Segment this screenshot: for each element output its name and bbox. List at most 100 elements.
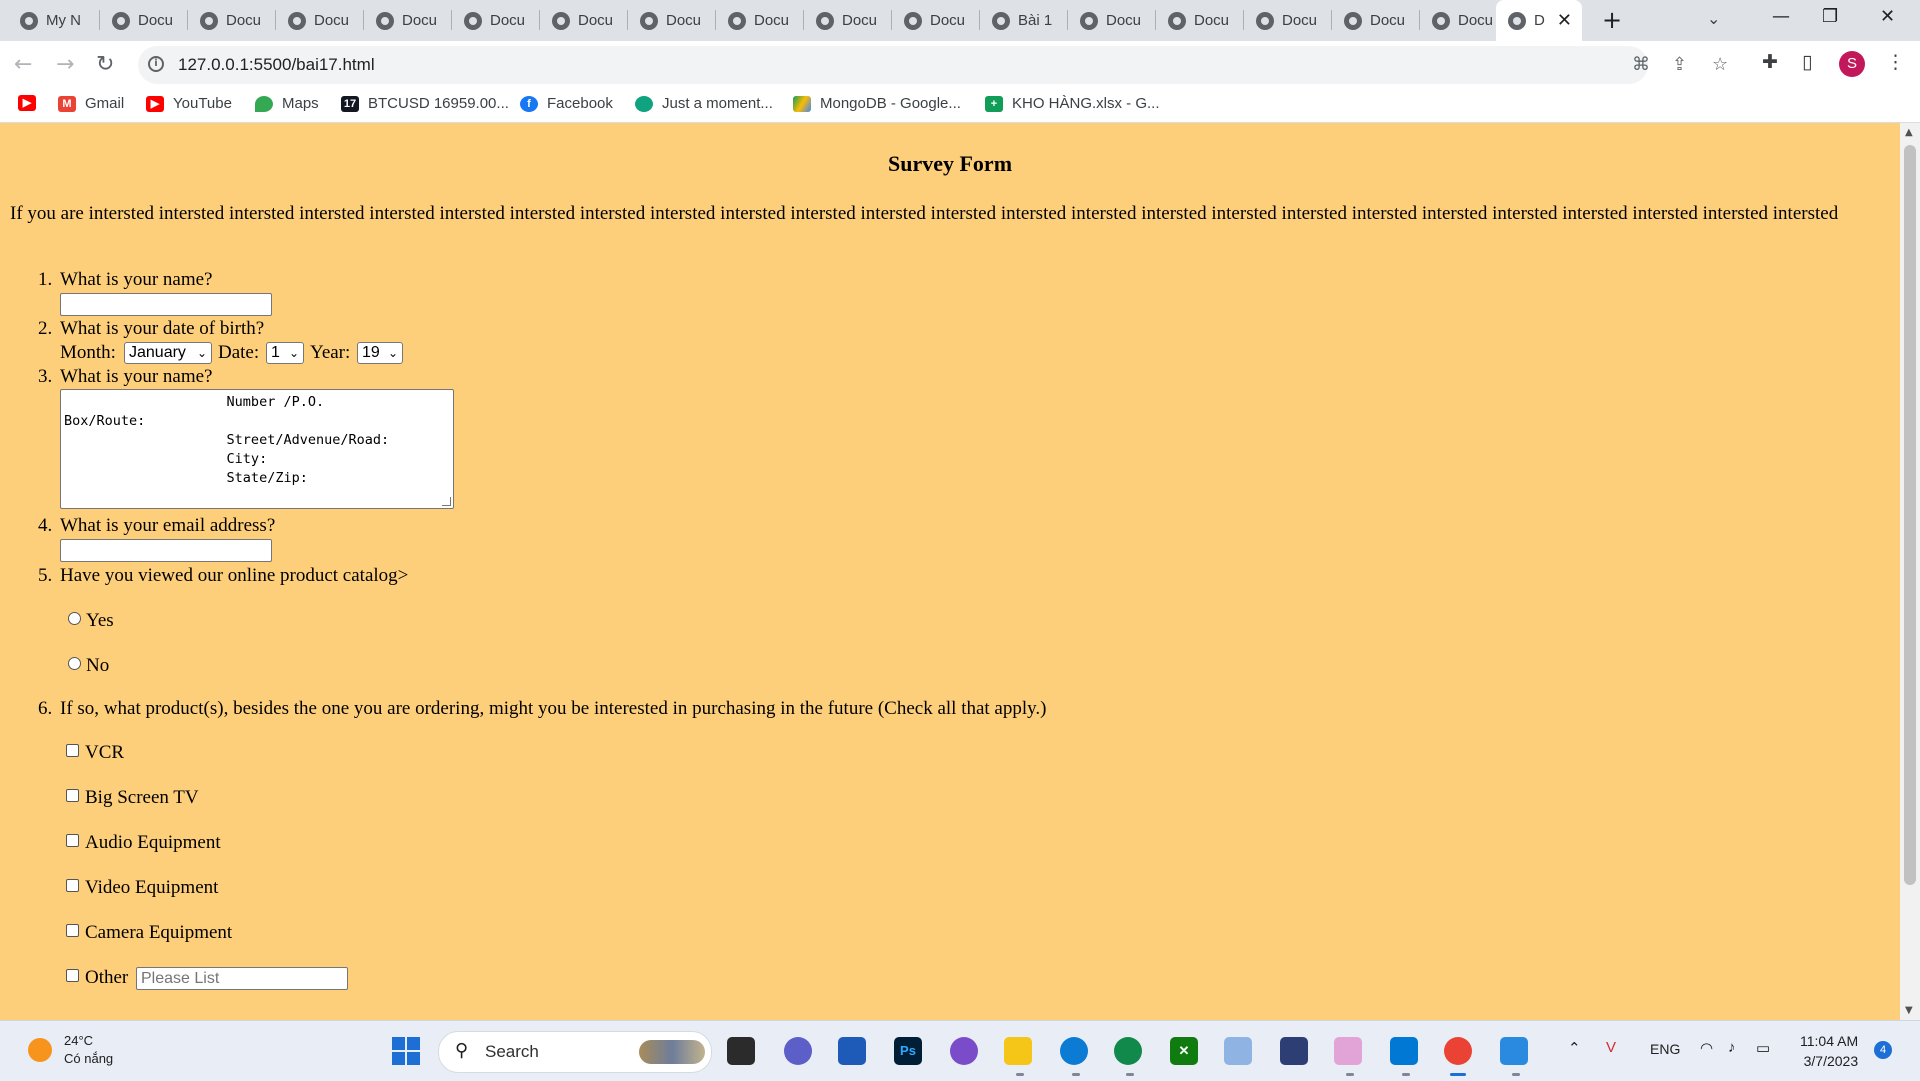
browser-tab[interactable]: Docu (452, 0, 540, 41)
browser-tab[interactable]: Docu (276, 0, 364, 41)
address-textarea[interactable]: Number /P.O. Box/Route: Street/Advenue/R… (60, 389, 454, 509)
browser-tab-active[interactable]: D ✕ (1496, 0, 1582, 41)
month-select[interactable]: January ⌄ (124, 342, 212, 364)
chrome-icon[interactable] (1444, 1037, 1472, 1065)
site-info-icon[interactable]: i (148, 56, 164, 72)
scrollbar-thumb[interactable] (1904, 145, 1916, 885)
language-indicator[interactable]: ENG (1650, 1041, 1680, 1057)
browser-tab[interactable]: Docu (1420, 0, 1496, 41)
browser-tab[interactable]: Docu (188, 0, 276, 41)
app-icon[interactable] (1224, 1037, 1252, 1065)
sun-icon[interactable] (28, 1038, 52, 1062)
menu-icon[interactable]: ⋮ (1886, 51, 1905, 73)
restore-button[interactable]: ❐ (1822, 6, 1838, 27)
back-button[interactable]: ← (14, 51, 32, 79)
checkbox-label: VCR (85, 742, 125, 763)
checkbox-video-equipment[interactable] (66, 879, 79, 892)
browser-tab[interactable]: Docu (1244, 0, 1332, 41)
openai-icon (635, 95, 653, 112)
vscode-icon[interactable] (1390, 1037, 1418, 1065)
close-window-button[interactable]: ✕ (1880, 6, 1895, 27)
bookmark-item[interactable]: f Facebook (520, 95, 613, 112)
copilot-icon[interactable] (950, 1037, 978, 1065)
browser-tab[interactable]: Docu (1068, 0, 1156, 41)
scroll-down-icon[interactable]: ▼ (1905, 1005, 1913, 1016)
temperature[interactable]: 24°C (64, 1033, 93, 1048)
date-select[interactable]: 1 ⌄ (266, 342, 304, 364)
extensions-icon[interactable]: ✚ (1762, 51, 1778, 73)
name-input[interactable] (60, 293, 272, 316)
file-explorer-icon[interactable] (1004, 1037, 1032, 1065)
wifi-icon[interactable]: ◠ (1700, 1039, 1713, 1057)
email-input[interactable] (60, 539, 272, 562)
browser-tab[interactable]: Docu (364, 0, 452, 41)
bookmark-item[interactable]: Maps (255, 95, 319, 112)
bookmark-item[interactable]: + KHO HÀNG.xlsx - G... (985, 95, 1160, 112)
bookmark-item[interactable]: M Gmail (58, 95, 124, 112)
question-2: What is your date of birth? (60, 318, 265, 339)
checkbox-camera-equipment[interactable] (66, 924, 79, 937)
battery-icon[interactable]: ▭ (1756, 1039, 1770, 1057)
checkbox-audio-equipment[interactable] (66, 834, 79, 847)
minimize-button[interactable]: — (1772, 6, 1790, 27)
paint-icon[interactable] (1500, 1037, 1528, 1065)
windows-start-icon[interactable] (392, 1037, 420, 1065)
tab-search-icon[interactable]: ⌄ (1707, 9, 1720, 28)
profile-avatar[interactable]: S (1839, 51, 1865, 77)
bookmark-item[interactable]: 17 BTCUSD 16959.00... (341, 95, 509, 112)
browser-tab[interactable]: Docu (716, 0, 804, 41)
resize-handle[interactable] (442, 497, 451, 506)
teams-chat-icon[interactable] (784, 1037, 812, 1065)
task-view-icon[interactable] (727, 1037, 755, 1065)
sheets-icon: + (985, 95, 1003, 112)
youtube-icon: ▶ (18, 95, 36, 111)
photoshop-icon[interactable]: Ps (894, 1037, 922, 1065)
checkbox-big-screen-tv[interactable] (66, 789, 79, 802)
tray-app-icon[interactable]: V (1606, 1039, 1616, 1056)
radio-yes[interactable] (68, 612, 81, 625)
edge-icon[interactable] (1060, 1037, 1088, 1065)
browser-tab[interactable]: Docu (628, 0, 716, 41)
browser-tab[interactable]: Docu (892, 0, 980, 41)
globe-icon (728, 11, 746, 30)
share-icon[interactable]: ⇪ (1672, 54, 1687, 75)
translate-icon[interactable]: ⌘ (1632, 54, 1650, 75)
app-icon[interactable] (1334, 1037, 1362, 1065)
system-clock[interactable]: 11:04 AM 3/7/2023 (1800, 1031, 1858, 1071)
bookmark-item[interactable]: MongoDB - Google... (793, 95, 961, 112)
close-tab-icon[interactable]: ✕ (1557, 10, 1572, 31)
bookmark-item[interactable]: ▶ (18, 95, 45, 111)
volume-icon[interactable]: ♪ (1728, 1039, 1736, 1056)
forward-button[interactable]: → (56, 51, 74, 79)
chevron-up-icon[interactable]: ⌃ (1568, 1039, 1581, 1057)
browser-tab[interactable]: Docu (540, 0, 628, 41)
bookmark-item[interactable]: Just a moment... (635, 95, 773, 112)
browser-tab[interactable]: Docu (1156, 0, 1244, 41)
new-tab-button[interactable]: + (1598, 6, 1626, 34)
checkbox-vcr[interactable] (66, 744, 79, 757)
browser-tab[interactable]: Docu (804, 0, 892, 41)
url-text[interactable]: 127.0.0.1:5500/bai17.html (178, 55, 375, 75)
browser-tab[interactable]: Docu (100, 0, 188, 41)
other-input[interactable] (136, 967, 348, 990)
store-icon[interactable] (838, 1037, 866, 1065)
xbox-icon[interactable]: ✕ (1170, 1037, 1198, 1065)
taskbar-search[interactable]: ⚲ Search (438, 1031, 712, 1073)
checkbox-other[interactable] (66, 969, 79, 982)
bookmark-star-icon[interactable]: ☆ (1712, 54, 1728, 75)
browser-tab[interactable]: Docu (1332, 0, 1420, 41)
edge-dev-icon[interactable] (1114, 1037, 1142, 1065)
bing-icon[interactable] (1280, 1037, 1308, 1065)
scroll-up-icon[interactable]: ▲ (1905, 127, 1913, 138)
browser-tab[interactable]: My N (8, 0, 100, 41)
year-select[interactable]: 19 ⌄ (357, 342, 403, 364)
address-bar[interactable]: i 127.0.0.1:5500/bai17.html ⌘ ⇪ ☆ (138, 46, 1728, 84)
reload-button[interactable]: ↻ (96, 51, 114, 79)
notification-badge[interactable]: 4 (1874, 1041, 1892, 1059)
browser-tab[interactable]: Bài 1 (980, 0, 1068, 41)
weather-condition[interactable]: Có nắng (64, 1051, 113, 1066)
radio-no[interactable] (68, 657, 81, 670)
bookmark-item[interactable]: ▶ YouTube (146, 95, 232, 112)
side-panel-icon[interactable]: ▯ (1802, 51, 1812, 73)
page-scrollbar[interactable]: ▲ ▼ (1900, 123, 1920, 1020)
